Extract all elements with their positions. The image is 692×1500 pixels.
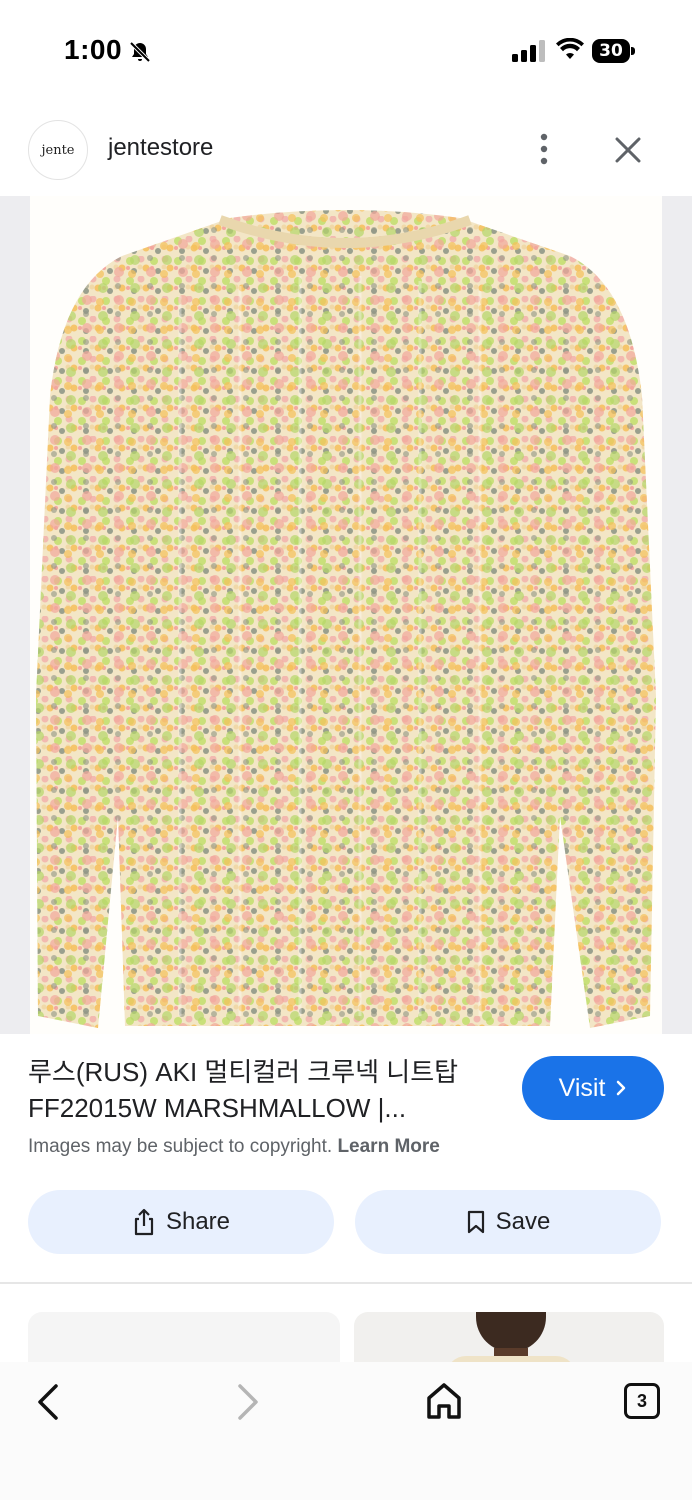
bookmark-icon — [467, 1210, 484, 1234]
battery-level: 30 — [599, 41, 623, 61]
store-logo-text: jente — [41, 142, 75, 158]
image-caption[interactable]: 루스(RUS) AKI 멀티컬러 크루넥 니트탑 FF22015W MARSHM… — [28, 1054, 508, 1126]
visit-label: Visit — [558, 1073, 606, 1102]
store-logo[interactable]: jente — [28, 120, 88, 180]
share-icon — [134, 1208, 154, 1236]
store-name[interactable]: jentestore — [108, 134, 213, 162]
copyright-text: Images may be subject to copyright. — [28, 1136, 333, 1157]
section-divider — [0, 1282, 692, 1284]
wifi-icon — [556, 38, 584, 59]
caption-line-1: 루스(RUS) AKI 멀티컬러 크루넥 니트탑 — [28, 1057, 459, 1087]
share-button[interactable]: Share — [28, 1190, 334, 1254]
related-image-person — [476, 1312, 546, 1352]
home-icon[interactable] — [424, 1380, 464, 1422]
status-time: 1:00 — [64, 34, 123, 65]
close-icon[interactable] — [612, 134, 644, 166]
save-button[interactable]: Save — [355, 1190, 661, 1254]
signal-icon — [512, 40, 545, 62]
tab-count: 3 — [636, 1390, 647, 1411]
battery-icon: 30 — [592, 39, 636, 63]
more-vert-icon[interactable] — [532, 132, 556, 166]
bottom-navigation-bar — [0, 1362, 692, 1500]
caption-line-2: FF22015W MARSHMALLOW |... — [28, 1093, 407, 1123]
tabs-icon[interactable]: 3 — [624, 1383, 660, 1419]
back-icon[interactable] — [32, 1382, 68, 1422]
chevron-right-icon — [617, 1080, 626, 1096]
bell-slash-icon — [129, 41, 151, 63]
sweater-image[interactable] — [30, 196, 662, 1034]
share-label: Share — [165, 1208, 231, 1235]
copyright-notice: Images may be subject to copyright. Lear… — [28, 1136, 440, 1158]
visit-button[interactable]: Visit — [522, 1056, 664, 1120]
forward-icon[interactable] — [228, 1382, 264, 1422]
learn-more-link[interactable]: Learn More — [337, 1136, 439, 1157]
save-label: Save — [495, 1208, 551, 1235]
